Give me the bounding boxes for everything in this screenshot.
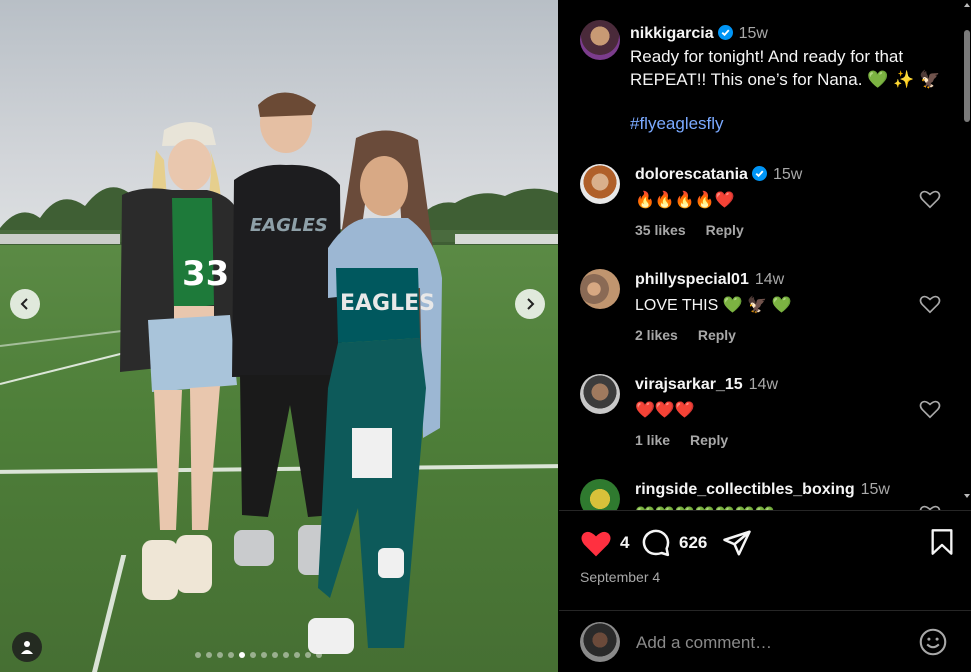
comment-username[interactable]: virajsarkar_15 [635,376,743,393]
comment-item: ringside_collectibles_boxing15w 💚💚💚💚💚💚💚 [559,475,963,510]
carousel-indicator [195,652,322,658]
comment-username[interactable]: dolorescatania [635,166,748,183]
hashtag-link[interactable]: #flyeaglesfly [630,112,950,135]
like-comment-heart-icon[interactable] [919,188,941,210]
commenter-avatar[interactable] [580,269,620,309]
chevron-right-icon [527,298,535,310]
caption-text: Ready for tonight! And ready for that RE… [630,47,941,89]
comment-username[interactable]: phillyspecial01 [635,271,749,288]
save-button[interactable] [929,528,955,556]
carousel-dot [239,652,245,658]
verified-badge-icon [751,166,767,181]
carousel-dot [195,652,201,658]
carousel-dot [206,652,212,658]
comment-count[interactable]: 626 [679,533,707,553]
comment-item: dolorescatania 15w 🔥🔥🔥🔥❤️ 35 likes Reply [559,160,963,260]
top-text: EAGLES [340,291,435,316]
comments-scrollbar[interactable] [963,0,971,510]
comment-button[interactable]: 626 [641,528,707,558]
carousel-dot [217,652,223,658]
jersey-number: 33 [182,254,229,294]
comment-likes[interactable]: 2 likes [635,327,678,343]
carousel-dot [261,652,267,658]
user-tag-icon [21,641,33,654]
commenter-avatar[interactable] [580,479,620,510]
comment-time[interactable]: 14w [749,376,778,393]
author-username[interactable]: nikkigarcia [630,25,714,42]
comment-likes[interactable]: 1 like [635,432,670,448]
author-avatar[interactable] [580,20,620,60]
comment-time[interactable]: 14w [755,271,784,288]
reply-button[interactable]: Reply [706,222,744,238]
carousel-dot [283,652,289,658]
share-button[interactable] [722,528,752,558]
current-user-avatar [580,622,620,662]
post-photo[interactable]: 33 EAGLES EAGLES [0,0,558,672]
scrollbar-thumb[interactable] [964,30,970,122]
person-right: EAGLES [308,130,442,654]
carousel-dot [316,652,322,658]
comment-text: LOVE THIS 💚 🦅 💚 [635,297,792,314]
carousel-dot [294,652,300,658]
add-comment-bar: Add a comment… [559,610,971,672]
comment-username[interactable]: ringside_collectibles_boxing [635,481,855,498]
like-comment-heart-icon[interactable] [919,398,941,420]
comment-input[interactable]: Add a comment… [636,633,772,653]
like-comment-heart-icon[interactable] [919,293,941,315]
commenter-avatar[interactable] [580,374,620,414]
post-date[interactable]: September 4 [580,569,660,585]
reply-button[interactable]: Reply [690,432,728,448]
verified-badge-icon [717,25,733,40]
post-actions: 4 626 September 4 [559,510,971,610]
comment-icon [642,529,670,557]
commenter-avatar[interactable] [580,164,620,204]
comment-time[interactable]: 15w [773,166,802,183]
comments-list[interactable]: nikkigarcia 15w Ready for tonight! And re… [559,0,963,510]
post-time[interactable]: 15w [739,25,768,42]
scroll-up-arrow-icon[interactable] [964,3,970,7]
comment-text: 🔥🔥🔥🔥❤️ [635,192,735,209]
post-side-panel: nikkigarcia 15w Ready for tonight! And re… [559,0,971,672]
share-icon [723,530,751,556]
comment-time[interactable]: 15w [861,481,890,498]
comment-item: virajsarkar_15 14w ❤️❤️❤️ 1 like Reply [559,370,963,470]
comment-item: phillyspecial01 14w LOVE THIS 💚 🦅 💚 2 lik… [559,265,963,365]
carousel-dot [305,652,311,658]
like-button[interactable]: 4 [580,528,629,558]
reply-button[interactable]: Reply [698,327,736,343]
heart-icon [581,531,611,557]
prev-photo-button[interactable] [10,289,40,319]
like-comment-heart-icon[interactable] [919,503,941,510]
carousel-dot [250,652,256,658]
comment-text: ❤️❤️❤️ [635,402,695,419]
chevron-left-icon [20,298,28,310]
bookmark-icon [931,529,953,555]
carousel-dot [272,652,278,658]
scroll-down-arrow-icon[interactable] [964,494,970,498]
person-left: 33 [120,121,237,600]
like-count[interactable]: 4 [620,533,629,553]
carousel-dot [228,652,234,658]
next-photo-button[interactable] [515,289,545,319]
comment-likes[interactable]: 35 likes [635,222,686,238]
tagged-users-button[interactable] [12,632,42,662]
post-caption: nikkigarcia 15w Ready for tonight! And re… [630,21,950,135]
emoji-icon[interactable] [919,628,947,656]
